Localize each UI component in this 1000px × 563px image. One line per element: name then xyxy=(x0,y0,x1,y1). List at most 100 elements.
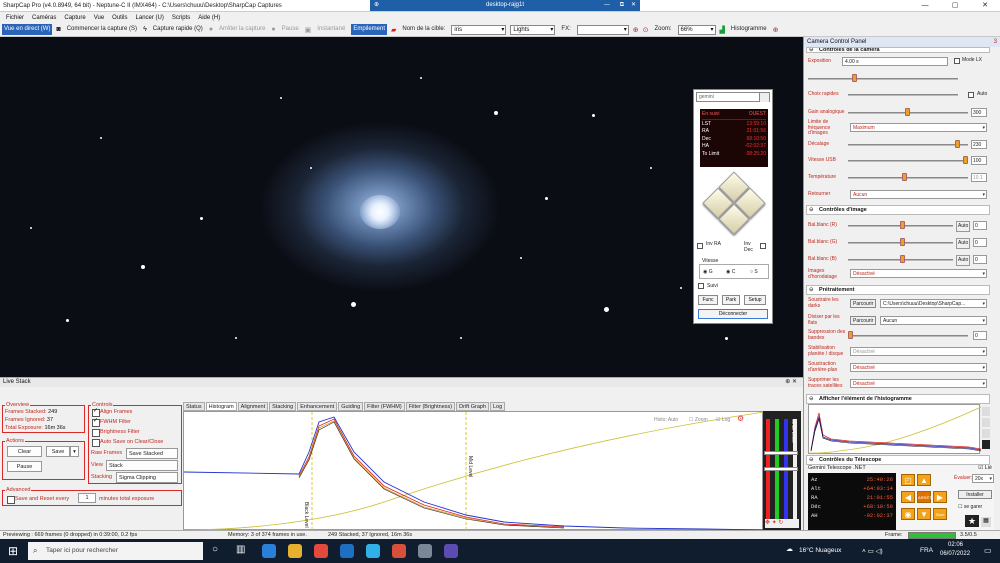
save-dropdown[interactable]: ▾ xyxy=(70,446,79,457)
save-reset-checkbox[interactable]: Save and Reset every xyxy=(7,496,69,504)
menu-vue[interactable]: Vue xyxy=(94,15,104,21)
tab-status[interactable]: Status xyxy=(183,402,205,411)
usb-speed-slider-thumb[interactable] xyxy=(963,156,968,164)
pause-button[interactable]: Pause xyxy=(280,24,301,35)
histo-mode[interactable]: Histo: Auto xyxy=(654,417,678,423)
tab-filter-brightness[interactable]: Filter (Brightness) xyxy=(405,402,456,411)
raw-frames-select[interactable]: Save Stacked xyxy=(126,448,178,459)
snapshot-button[interactable]: Instantané xyxy=(315,24,347,35)
satellite-select[interactable]: Désactivé xyxy=(850,379,987,388)
func-button[interactable]: Func xyxy=(698,295,718,305)
slew-north-button[interactable]: ▲ xyxy=(917,474,931,486)
fx-select[interactable] xyxy=(576,24,629,35)
tray-icons[interactable]: ˄ ▭ ◁) xyxy=(862,547,883,555)
park-button[interactable]: Park xyxy=(722,295,740,305)
remote-desktop-icon[interactable] xyxy=(418,544,432,558)
tab-log[interactable]: Log xyxy=(490,402,506,411)
banding-slider[interactable] xyxy=(848,335,968,337)
bg-select[interactable]: Désactivé xyxy=(850,363,987,372)
gain-slider-thumb[interactable] xyxy=(905,108,910,116)
menu-cameras[interactable]: Caméras xyxy=(32,15,56,21)
dark-select[interactable]: C:\Users\chuuu\Desktop\SharpCap... xyxy=(880,299,987,308)
sharpcap-icon[interactable] xyxy=(444,544,458,558)
widgets-icon[interactable]: ▥ xyxy=(236,544,245,555)
track-checkbox[interactable] xyxy=(698,283,704,289)
frame-type-select[interactable]: Lights xyxy=(510,24,556,35)
close-button[interactable]: ✕ xyxy=(970,0,1000,12)
dark-browse-button[interactable]: Parcourir xyxy=(850,299,877,308)
zoom-toggle[interactable]: ☐ Zoom xyxy=(689,417,708,423)
histogram-settings-icon[interactable]: ⚙ xyxy=(737,414,744,423)
exposure-slider-thumb[interactable] xyxy=(852,74,857,82)
mini-histogram-tools[interactable] xyxy=(982,407,990,453)
usb-speed-slider[interactable] xyxy=(848,160,968,162)
banding-value[interactable]: 0 xyxy=(973,331,987,340)
zoom-select[interactable]: 66% xyxy=(677,24,716,35)
quick-capture-button[interactable]: Capture rapide (Q) xyxy=(151,24,205,35)
usb-speed-value[interactable]: 100 xyxy=(971,156,987,165)
mid-level-handle[interactable] xyxy=(764,467,798,471)
histogram-section[interactable]: Afficher l'élément de l'histogramme xyxy=(806,394,990,404)
dock-icons[interactable]: ⊕ ✕ xyxy=(785,378,797,387)
save-button[interactable]: Save xyxy=(46,446,70,457)
slew-east-button[interactable]: ▶ xyxy=(933,491,947,503)
minimize-button[interactable]: — xyxy=(910,0,940,12)
tab-guiding[interactable]: Guiding xyxy=(338,402,364,411)
white-level-handle[interactable] xyxy=(764,451,798,455)
tab-stacking[interactable]: Stacking xyxy=(269,402,297,411)
remote-restore-icon[interactable]: ⧉ xyxy=(620,0,624,11)
inv-dec-checkbox[interactable] xyxy=(760,243,766,249)
offset-slider[interactable] xyxy=(848,144,968,146)
menu-outils[interactable]: Outils xyxy=(112,15,127,21)
save-reset-input[interactable]: 1 xyxy=(78,493,96,503)
wb-g-thumb[interactable] xyxy=(900,238,905,246)
file-explorer-icon[interactable] xyxy=(288,544,302,558)
menu-lancer[interactable]: Lancer (U) xyxy=(136,15,164,21)
clock-date[interactable]: 06/07/2022 xyxy=(940,551,970,557)
pause-stack-button[interactable]: Pause xyxy=(7,461,42,472)
store-icon[interactable] xyxy=(314,544,328,558)
park-checkbox[interactable]: ☐ se garer xyxy=(958,504,982,510)
exposure-slider[interactable] xyxy=(808,78,958,80)
temperature-slider[interactable] xyxy=(848,177,968,179)
language-indicator[interactable]: FRA xyxy=(920,547,933,554)
maximize-button[interactable]: ▢ xyxy=(940,0,970,12)
live-view-button[interactable]: Vue en direct (W) xyxy=(2,24,53,35)
auto-exposure-checkbox[interactable] xyxy=(968,92,974,98)
photos-icon[interactable] xyxy=(392,544,406,558)
stack-button[interactable]: Empilement xyxy=(351,24,387,35)
flat-browse-button[interactable]: Parcourir xyxy=(850,316,877,325)
telescope-section[interactable]: Contrôles du Télescope xyxy=(806,455,990,465)
linked-checkbox[interactable]: ☑ Lié xyxy=(978,465,992,471)
wb-g-value[interactable]: 0 xyxy=(973,238,987,247)
slew-west-button[interactable]: ◀ xyxy=(901,491,915,503)
app-icon[interactable] xyxy=(366,544,380,558)
timestamp-select[interactable]: Désactivé xyxy=(850,269,987,278)
flat-select[interactable]: Aucun xyxy=(880,316,987,325)
edge-icon[interactable] xyxy=(262,544,276,558)
tab-drift-graph[interactable]: Drift Graph xyxy=(456,402,489,411)
start-capture-button[interactable]: Commencer la capture (S) xyxy=(65,24,139,35)
wb-r-value[interactable]: 0 xyxy=(973,221,987,230)
clock-time[interactable]: 02:06 xyxy=(948,542,963,548)
setup-button[interactable]: Setup xyxy=(744,295,766,305)
speed-s-radio[interactable]: ○ S xyxy=(750,269,758,275)
pin-icon[interactable]: ⊕ xyxy=(374,0,379,11)
wb-b-auto[interactable]: Auto xyxy=(956,255,971,266)
save-position-button[interactable]: Save xyxy=(933,508,947,520)
banding-thumb[interactable] xyxy=(848,331,853,339)
flip-select[interactable]: Aucun xyxy=(850,190,987,199)
exposure-input[interactable]: 4.00 s xyxy=(842,57,948,66)
notifications-icon[interactable]: ▭ xyxy=(984,546,992,555)
disconnect-button[interactable]: Déconnecter xyxy=(698,309,768,319)
remote-close-icon[interactable]: ✕ xyxy=(631,0,636,11)
log-toggle[interactable]: ☑ Log xyxy=(716,417,730,423)
menu-scripts[interactable]: Scripts xyxy=(172,15,190,21)
image-viewer[interactable] xyxy=(0,37,803,377)
quick-choice-slider[interactable] xyxy=(848,94,958,96)
tab-alignment[interactable]: Alignment xyxy=(237,402,269,411)
mail-icon[interactable] xyxy=(340,544,354,558)
level-sliders[interactable]: White Level ✥ ✦ ↻ xyxy=(763,411,801,530)
remote-desktop-bar[interactable]: desktop-rajg1t ⊕ — ⧉ ✕ xyxy=(370,0,640,11)
lx-mode-checkbox[interactable] xyxy=(954,58,960,64)
